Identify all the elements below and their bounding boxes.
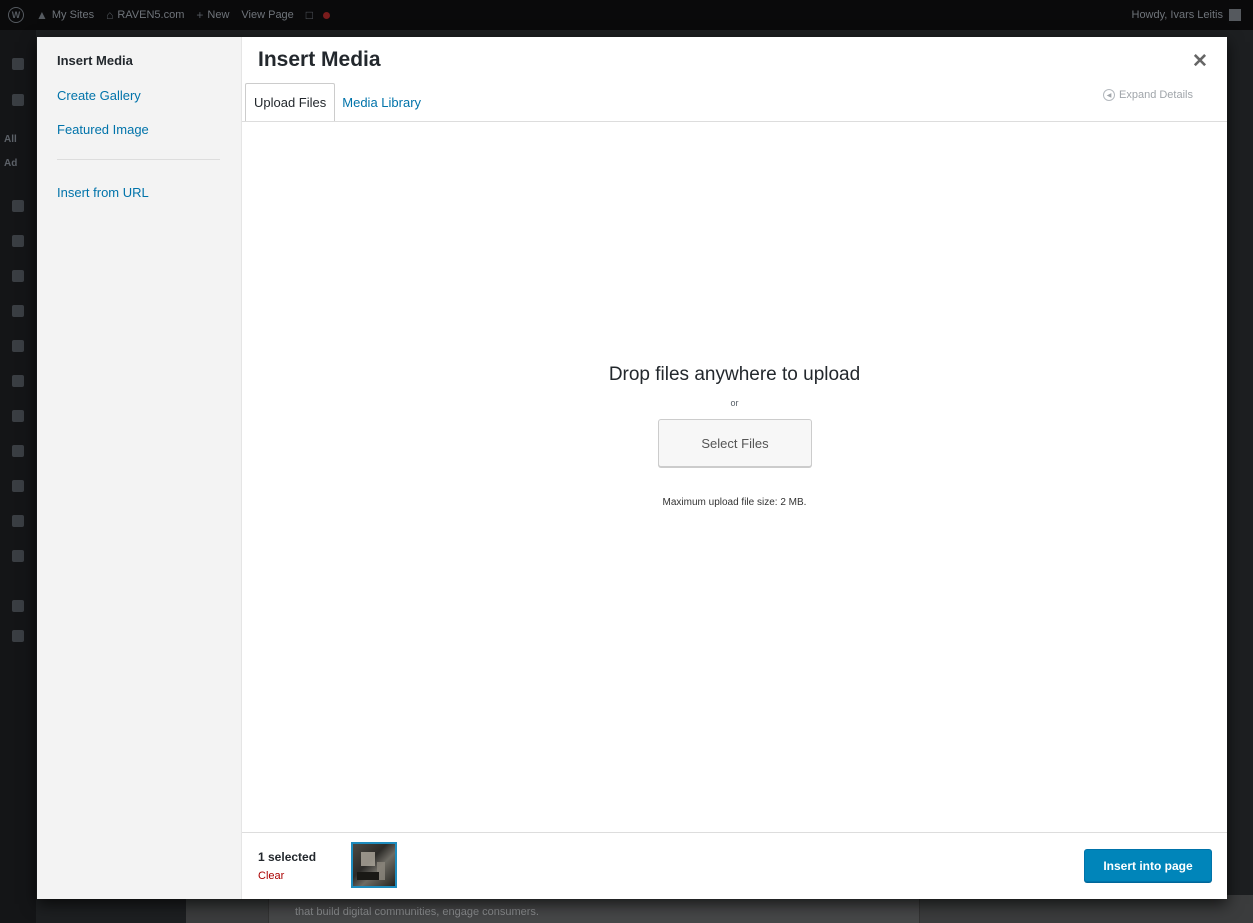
- selected-attachment-thumbnail[interactable]: [351, 842, 397, 888]
- media-modal-menu: Insert Media Create Gallery Featured Ima…: [37, 37, 242, 899]
- or-text: or: [730, 398, 739, 408]
- site-name-menu[interactable]: ⌂ RAVEN5.com: [106, 8, 184, 22]
- media-toolbar: 1 selected Clear Insert into page: [242, 832, 1227, 899]
- appearance-icon[interactable]: [12, 445, 24, 457]
- plugins-icon[interactable]: [12, 515, 24, 527]
- howdy-label: Howdy, Ivars Leitis: [1131, 9, 1224, 21]
- menu-add-label[interactable]: Ad: [4, 158, 17, 169]
- drop-instructions: Drop files anywhere to upload: [608, 364, 861, 385]
- dashboard-icon[interactable]: [12, 58, 24, 70]
- router-tabs: Upload Files Media Library: [245, 82, 428, 122]
- yoast-menu[interactable]: □: [305, 8, 331, 22]
- modal-title: Insert Media: [258, 48, 381, 71]
- yoast-icon: □: [305, 8, 314, 22]
- clear-selection-link[interactable]: Clear: [258, 870, 284, 882]
- new-content-menu[interactable]: + New: [196, 8, 229, 22]
- expand-details-button[interactable]: ◀ Expand Details: [1103, 89, 1193, 101]
- menu-item-insert-from-url[interactable]: Insert from URL: [57, 185, 149, 200]
- mail-icon[interactable]: [12, 480, 24, 492]
- background-editor: that build digital communities, engage c…: [268, 892, 920, 923]
- menu-all-label[interactable]: All: [4, 134, 17, 145]
- new-label: New: [207, 9, 230, 21]
- media-modal: Insert Media Create Gallery Featured Ima…: [37, 37, 1227, 899]
- video-icon[interactable]: [12, 410, 24, 422]
- feedback-icon[interactable]: [12, 270, 24, 282]
- menu-item-featured-image[interactable]: Featured Image: [57, 122, 149, 137]
- sites-icon: ▲: [36, 8, 48, 22]
- tab-upload-files[interactable]: Upload Files: [245, 83, 336, 122]
- plus-icon: +: [196, 8, 204, 22]
- selection-count: 1 selected: [258, 850, 317, 864]
- slides-icon[interactable]: [12, 305, 24, 317]
- users-icon[interactable]: [12, 600, 24, 612]
- arrow-left-icon: ◀: [1103, 89, 1115, 101]
- home-icon: ⌂: [106, 8, 114, 22]
- account-menu[interactable]: Howdy, Ivars Leitis: [1131, 0, 1241, 30]
- select-files-button[interactable]: Select Files: [658, 419, 812, 467]
- background-text: that build digital communities, engage c…: [295, 906, 539, 918]
- testimonials-icon[interactable]: [12, 375, 24, 387]
- media-icon[interactable]: [12, 200, 24, 212]
- menu-item-create-gallery[interactable]: Create Gallery: [57, 88, 141, 103]
- wordpress-logo-icon[interactable]: W: [8, 7, 24, 23]
- posts-icon[interactable]: [12, 94, 24, 106]
- analytics-icon[interactable]: [12, 340, 24, 352]
- site-name-label: RAVEN5.com: [117, 9, 185, 21]
- max-upload-size: Maximum upload file size: 2 MB.: [662, 497, 807, 508]
- view-page-link[interactable]: View Page: [241, 9, 293, 21]
- close-icon: ✕: [1192, 50, 1208, 72]
- insert-into-page-button[interactable]: Insert into page: [1084, 849, 1212, 882]
- tab-media-library[interactable]: Media Library: [335, 83, 428, 122]
- settings-icon[interactable]: [12, 630, 24, 642]
- my-sites-label: My Sites: [51, 9, 95, 21]
- expand-details-label: Expand Details: [1119, 89, 1193, 101]
- comments-icon[interactable]: [12, 235, 24, 247]
- menu-separator: [57, 159, 220, 160]
- notification-dot: [323, 11, 331, 19]
- tools-icon[interactable]: [12, 550, 24, 562]
- my-sites-menu[interactable]: ▲ My Sites: [36, 8, 94, 22]
- admin-side-menu: All Ad: [0, 30, 36, 923]
- close-button[interactable]: ✕: [1185, 49, 1215, 73]
- menu-item-insert-media[interactable]: Insert Media: [57, 53, 133, 68]
- avatar: [1229, 9, 1241, 21]
- upload-dropzone[interactable]: Drop files anywhere to upload or Select …: [242, 122, 1227, 832]
- background-page: that build digital communities, engage c…: [186, 892, 1253, 923]
- admin-bar: W ▲ My Sites ⌂ RAVEN5.com + New View Pag…: [0, 0, 1253, 30]
- view-page-label: View Page: [241, 9, 294, 21]
